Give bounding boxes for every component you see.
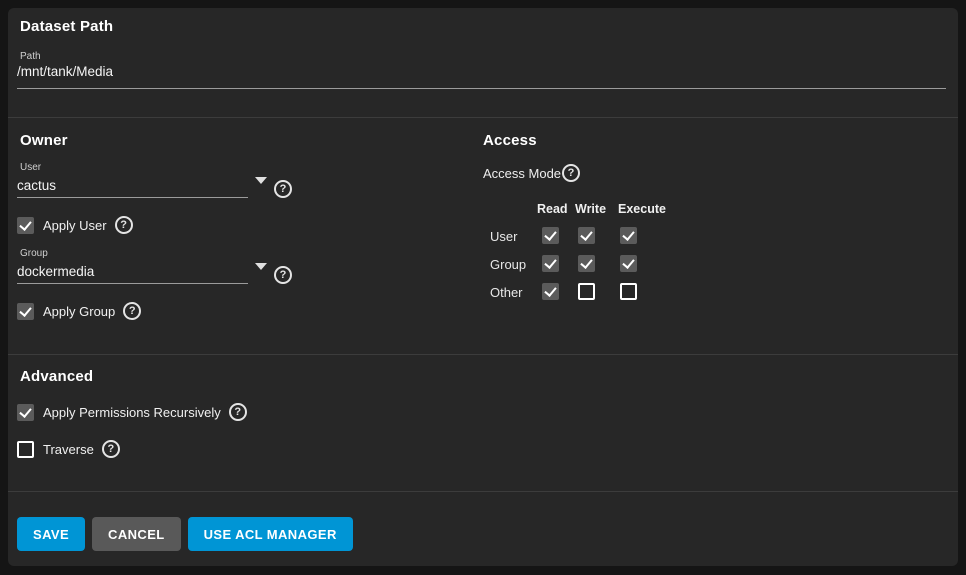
access-row-other-label: Other bbox=[490, 285, 523, 300]
user-help-icon[interactable]: ? bbox=[274, 180, 292, 198]
path-field-label: Path bbox=[20, 51, 41, 62]
access-mode-help-icon[interactable]: ? bbox=[562, 164, 580, 182]
advanced-title: Advanced bbox=[20, 368, 93, 385]
traverse-row: Traverse ? bbox=[17, 440, 120, 458]
access-col-execute: Execute bbox=[618, 202, 666, 216]
apply-user-checkbox[interactable] bbox=[17, 217, 34, 234]
save-button[interactable]: SAVE bbox=[17, 517, 85, 551]
group-read-checkbox[interactable] bbox=[542, 255, 559, 272]
user-input-underline bbox=[17, 197, 248, 198]
user-field-label: User bbox=[20, 162, 41, 173]
group-write-checkbox[interactable] bbox=[578, 255, 595, 272]
dataset-path-title: Dataset Path bbox=[20, 18, 113, 35]
path-input-underline bbox=[17, 88, 946, 89]
group-help-icon[interactable]: ? bbox=[274, 266, 292, 284]
apply-permissions-recursively-label: Apply Permissions Recursively bbox=[43, 405, 221, 420]
group-input-underline bbox=[17, 283, 248, 284]
access-row-group-label: Group bbox=[490, 257, 526, 272]
cancel-button[interactable]: CANCEL bbox=[92, 517, 181, 551]
group-execute-checkbox[interactable] bbox=[620, 255, 637, 272]
apply-permissions-recursively-checkbox[interactable] bbox=[17, 404, 34, 421]
apply-user-help-icon[interactable]: ? bbox=[115, 216, 133, 234]
action-buttons-row: SAVE CANCEL USE ACL MANAGER bbox=[17, 517, 353, 551]
traverse-label: Traverse bbox=[43, 442, 94, 457]
owner-title: Owner bbox=[20, 132, 68, 149]
access-mode-row: Access Mode ? bbox=[483, 164, 580, 182]
apply-permissions-recursively-help-icon[interactable]: ? bbox=[229, 403, 247, 421]
group-select-input[interactable]: dockermedia bbox=[17, 264, 94, 279]
user-dropdown-caret-icon[interactable] bbox=[255, 177, 267, 184]
traverse-help-icon[interactable]: ? bbox=[102, 440, 120, 458]
access-col-write: Write bbox=[575, 202, 606, 216]
section-divider bbox=[8, 491, 958, 492]
other-write-checkbox[interactable] bbox=[578, 283, 595, 300]
traverse-checkbox[interactable] bbox=[17, 441, 34, 458]
group-field-label: Group bbox=[20, 248, 48, 259]
apply-user-label: Apply User bbox=[43, 218, 107, 233]
user-write-checkbox[interactable] bbox=[578, 227, 595, 244]
user-read-checkbox[interactable] bbox=[542, 227, 559, 244]
other-read-checkbox[interactable] bbox=[542, 283, 559, 300]
apply-recursively-row: Apply Permissions Recursively ? bbox=[17, 403, 247, 421]
access-col-read: Read bbox=[537, 202, 568, 216]
user-execute-checkbox[interactable] bbox=[620, 227, 637, 244]
edit-permissions-card: Dataset Path Path /mnt/tank/Media Owner … bbox=[8, 8, 958, 566]
other-execute-checkbox[interactable] bbox=[620, 283, 637, 300]
apply-user-row: Apply User ? bbox=[17, 216, 133, 234]
apply-group-help-icon[interactable]: ? bbox=[123, 302, 141, 320]
group-dropdown-caret-icon[interactable] bbox=[255, 263, 267, 270]
apply-group-label: Apply Group bbox=[43, 304, 115, 319]
user-select-input[interactable]: cactus bbox=[17, 178, 56, 193]
use-acl-manager-button[interactable]: USE ACL MANAGER bbox=[188, 517, 353, 551]
section-divider bbox=[8, 117, 958, 118]
access-mode-label: Access Mode bbox=[483, 166, 561, 181]
path-input[interactable]: /mnt/tank/Media bbox=[17, 64, 113, 79]
access-title: Access bbox=[483, 132, 537, 149]
access-row-user-label: User bbox=[490, 229, 517, 244]
section-divider bbox=[8, 354, 958, 355]
apply-group-row: Apply Group ? bbox=[17, 302, 141, 320]
apply-group-checkbox[interactable] bbox=[17, 303, 34, 320]
